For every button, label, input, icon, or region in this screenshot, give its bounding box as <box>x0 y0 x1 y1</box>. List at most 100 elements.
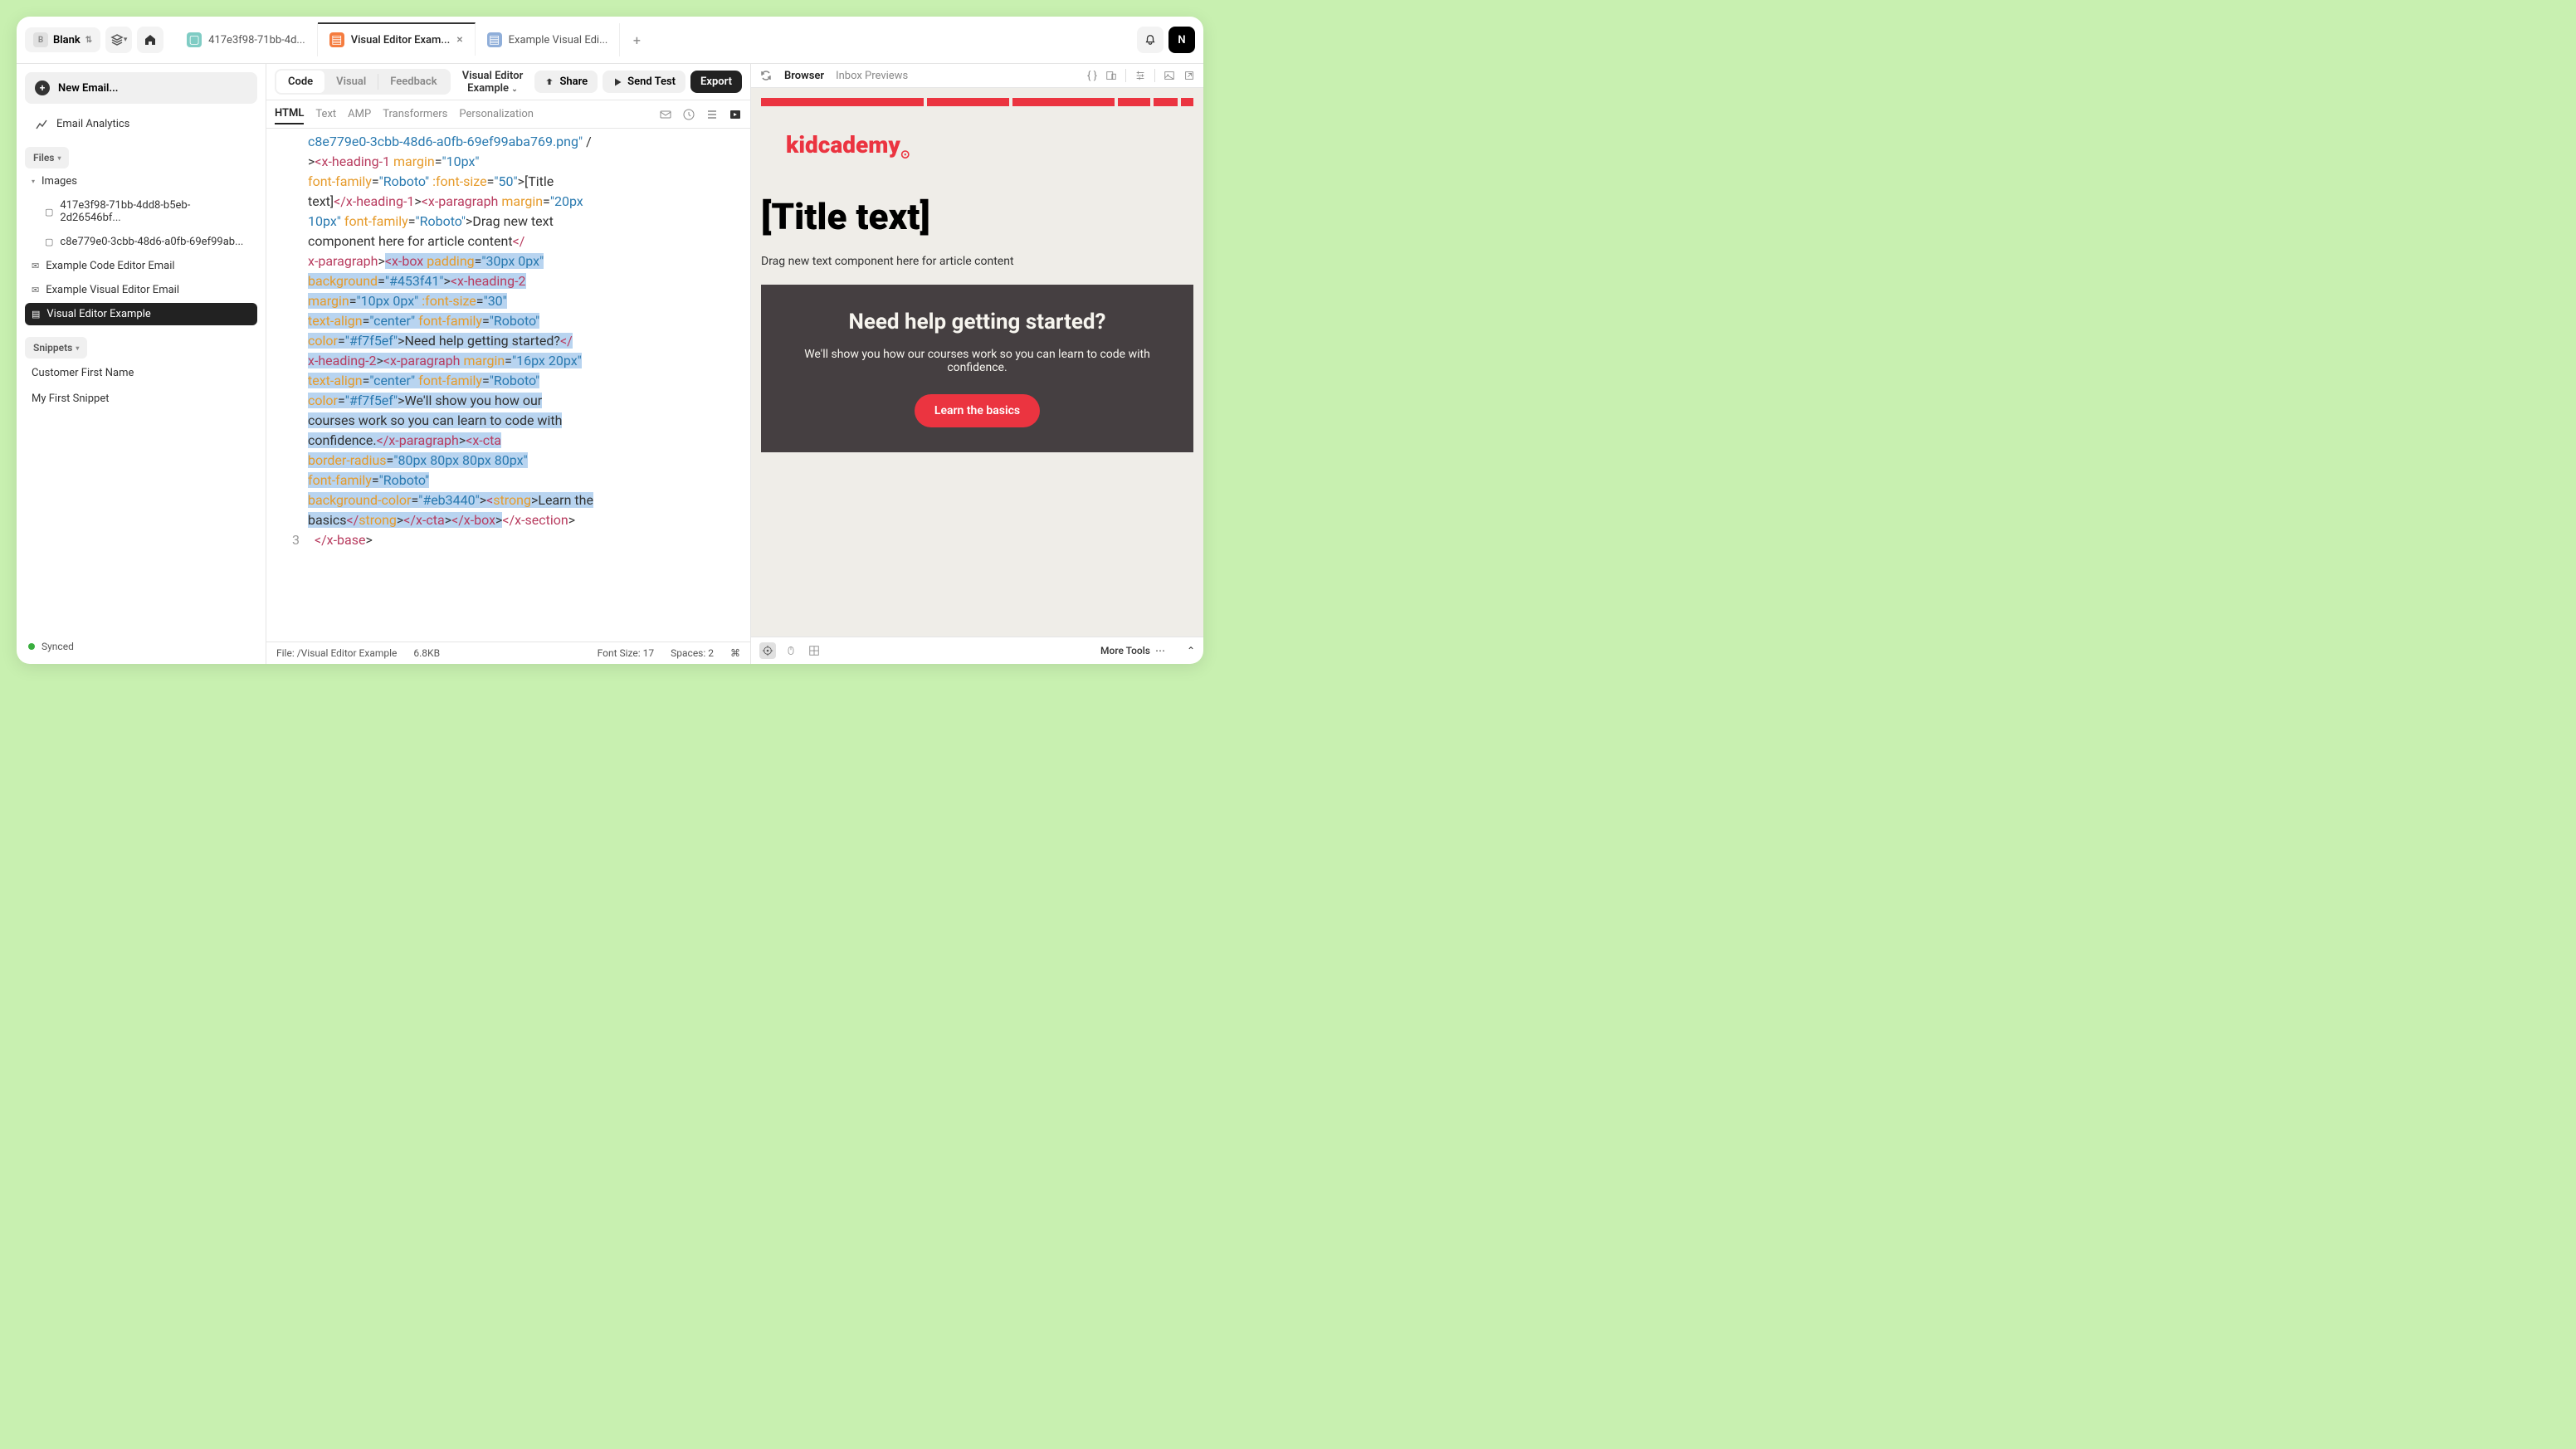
more-tools-button[interactable]: More Tools ⋯ ⌃ <box>1100 645 1195 656</box>
file-name: Visual Editor Example <box>46 308 150 320</box>
snippet-1[interactable]: My First Snippet <box>25 388 257 410</box>
file-name: 417e3f98-71bb-4dd8-b5eb-2d26546bf... <box>60 199 251 224</box>
action-buttons: Share Send Test Export <box>534 71 742 93</box>
cta-paragraph: We'll show you how our courses work so y… <box>794 348 1160 374</box>
preview-paragraph: Drag new text component here for article… <box>761 255 1193 268</box>
chevron-down-icon: ▾ <box>124 36 128 44</box>
files-section-header[interactable]: Files ▾ <box>25 147 69 168</box>
export-button[interactable]: Export <box>690 71 742 93</box>
share-button[interactable]: Share <box>534 71 598 93</box>
file-tab-1[interactable]: ▤ Visual Editor Exam... × <box>318 22 476 56</box>
target-icon[interactable] <box>759 642 776 659</box>
sync-dot-icon <box>28 643 35 650</box>
segment-feedback[interactable]: Feedback <box>378 71 448 93</box>
preview-tab-inbox[interactable]: Inbox Previews <box>836 70 908 82</box>
envelope-icon[interactable] <box>659 108 672 121</box>
font-size-indicator[interactable]: Font Size: 17 <box>598 647 655 659</box>
new-email-label: New Email... <box>58 82 118 95</box>
preview-toolbar: Browser Inbox Previews { } <box>751 64 1203 88</box>
snippet-0[interactable]: Customer First Name <box>25 362 257 384</box>
image-icon[interactable] <box>1164 70 1175 81</box>
file-tab-0[interactable]: ▢ 417e3f98-71bb-4d... <box>175 23 318 56</box>
send-test-button[interactable]: Send Test <box>603 71 685 93</box>
email-preview: kidcademy⊙ [Title text] Drag new text co… <box>751 88 1203 637</box>
braces-icon[interactable]: { } <box>1087 70 1097 82</box>
user-avatar[interactable]: N <box>1168 27 1195 53</box>
image-icon: ▢ <box>45 237 53 247</box>
email-analytics-link[interactable]: Email Analytics <box>25 109 257 139</box>
code-content[interactable]: c8e779e0-3cbb-48d6-a0fb-69ef99aba769.png… <box>308 132 750 638</box>
notifications-button[interactable] <box>1137 27 1164 53</box>
file-path: File: /Visual Editor Example <box>276 647 397 659</box>
view-mode-segments: Code Visual Feedback <box>275 69 451 95</box>
workspace-letter: B <box>33 32 48 47</box>
file-title-dropdown[interactable]: Visual Editor Example ⌄ <box>451 70 535 95</box>
home-button[interactable] <box>137 27 163 53</box>
cta-heading: Need help getting started? <box>794 310 1160 334</box>
sync-label: Synced <box>41 641 74 652</box>
video-icon[interactable] <box>729 108 742 121</box>
cta-button[interactable]: Learn the basics <box>915 394 1040 427</box>
sliders-icon[interactable] <box>1134 70 1146 81</box>
file-name: Example Code Editor Email <box>46 260 174 272</box>
new-tab-button[interactable]: + <box>620 23 653 56</box>
email-icon: ✉ <box>32 261 39 271</box>
home-icon <box>144 33 157 46</box>
file-size: 6.8KB <box>413 647 440 659</box>
devices-icon[interactable] <box>1105 70 1117 81</box>
snippets-section-header[interactable]: Snippets ▾ <box>25 337 87 359</box>
subtab-amp[interactable]: AMP <box>348 105 371 124</box>
subtab-personalization[interactable]: Personalization <box>459 105 534 124</box>
preview-tools: { } <box>1087 69 1195 82</box>
separator <box>1125 69 1126 82</box>
workspace-name: Blank <box>53 34 80 46</box>
language-tabs: HTML Text AMP Transformers Personalizati… <box>266 100 750 129</box>
chevron-up-icon[interactable]: ⌃ <box>1187 645 1195 656</box>
images-label: Images <box>41 175 77 188</box>
image-file-0[interactable]: ▢ 417e3f98-71bb-4dd8-b5eb-2d26546bf... <box>25 194 257 229</box>
image-icon: ▢ <box>45 207 53 217</box>
separator <box>1154 69 1155 82</box>
editor-tool-icons <box>659 108 742 121</box>
list-icon[interactable] <box>705 108 719 121</box>
analytics-icon <box>35 117 48 130</box>
line-gutter: 3 <box>266 132 308 638</box>
top-bar: B Blank ⇅ ▾ ▢ 417e3f98-71bb-4d... ▤ Visu… <box>17 17 1203 64</box>
workspace-selector[interactable]: B Blank ⇅ <box>25 27 100 52</box>
grid-icon[interactable] <box>806 642 822 659</box>
mouse-icon[interactable] <box>783 642 799 659</box>
segment-visual[interactable]: Visual <box>324 71 378 93</box>
indent-indicator[interactable]: Spaces: 2 <box>671 647 714 659</box>
refresh-icon[interactable] <box>759 69 773 82</box>
new-email-button[interactable]: + New Email... <box>25 72 257 104</box>
email-file-0[interactable]: ✉ Example Code Editor Email <box>25 255 257 277</box>
tab-label: 417e3f98-71bb-4d... <box>208 34 305 46</box>
email-icon: ✉ <box>32 285 39 295</box>
file-name: c8e779e0-3cbb-48d6-a0fb-69ef99ab... <box>60 236 243 248</box>
cta-section: Need help getting started? We'll show yo… <box>761 285 1193 452</box>
subtab-transformers[interactable]: Transformers <box>383 105 447 124</box>
editor-column: Code Visual Feedback Visual Editor Examp… <box>266 64 751 664</box>
email-file-1[interactable]: ✉ Example Visual Editor Email <box>25 279 257 301</box>
tab-label: Example Visual Edi... <box>509 34 608 46</box>
history-icon[interactable] <box>682 108 695 121</box>
image-file-icon: ▢ <box>187 32 202 47</box>
dots-icon: ⋯ <box>1155 645 1165 656</box>
image-file-1[interactable]: ▢ c8e779e0-3cbb-48d6-a0fb-69ef99ab... <box>25 231 257 253</box>
plus-circle-icon: + <box>35 80 50 95</box>
dropdown-icon: ▾ <box>57 154 61 162</box>
subtab-html[interactable]: HTML <box>275 104 304 124</box>
subtab-text[interactable]: Text <box>315 105 336 124</box>
preview-tab-browser[interactable]: Browser <box>784 70 824 82</box>
email-file-2[interactable]: ▤ Visual Editor Example <box>25 303 257 325</box>
images-folder[interactable]: ▾ Images <box>25 170 257 193</box>
segment-code[interactable]: Code <box>276 71 324 93</box>
keyboard-indicator[interactable]: ⌘ <box>730 647 740 659</box>
popout-icon[interactable] <box>1183 70 1195 81</box>
file-tab-2[interactable]: ▤ Example Visual Edi... <box>476 23 621 56</box>
close-icon[interactable]: × <box>456 33 462 46</box>
stack-button[interactable]: ▾ <box>105 27 132 53</box>
email-file-icon: ▤ <box>487 32 502 47</box>
main-area: + New Email... Email Analytics Files ▾ ▾… <box>17 64 1203 664</box>
code-editor[interactable]: 3 c8e779e0-3cbb-48d6-a0fb-69ef99aba769.p… <box>266 129 750 642</box>
